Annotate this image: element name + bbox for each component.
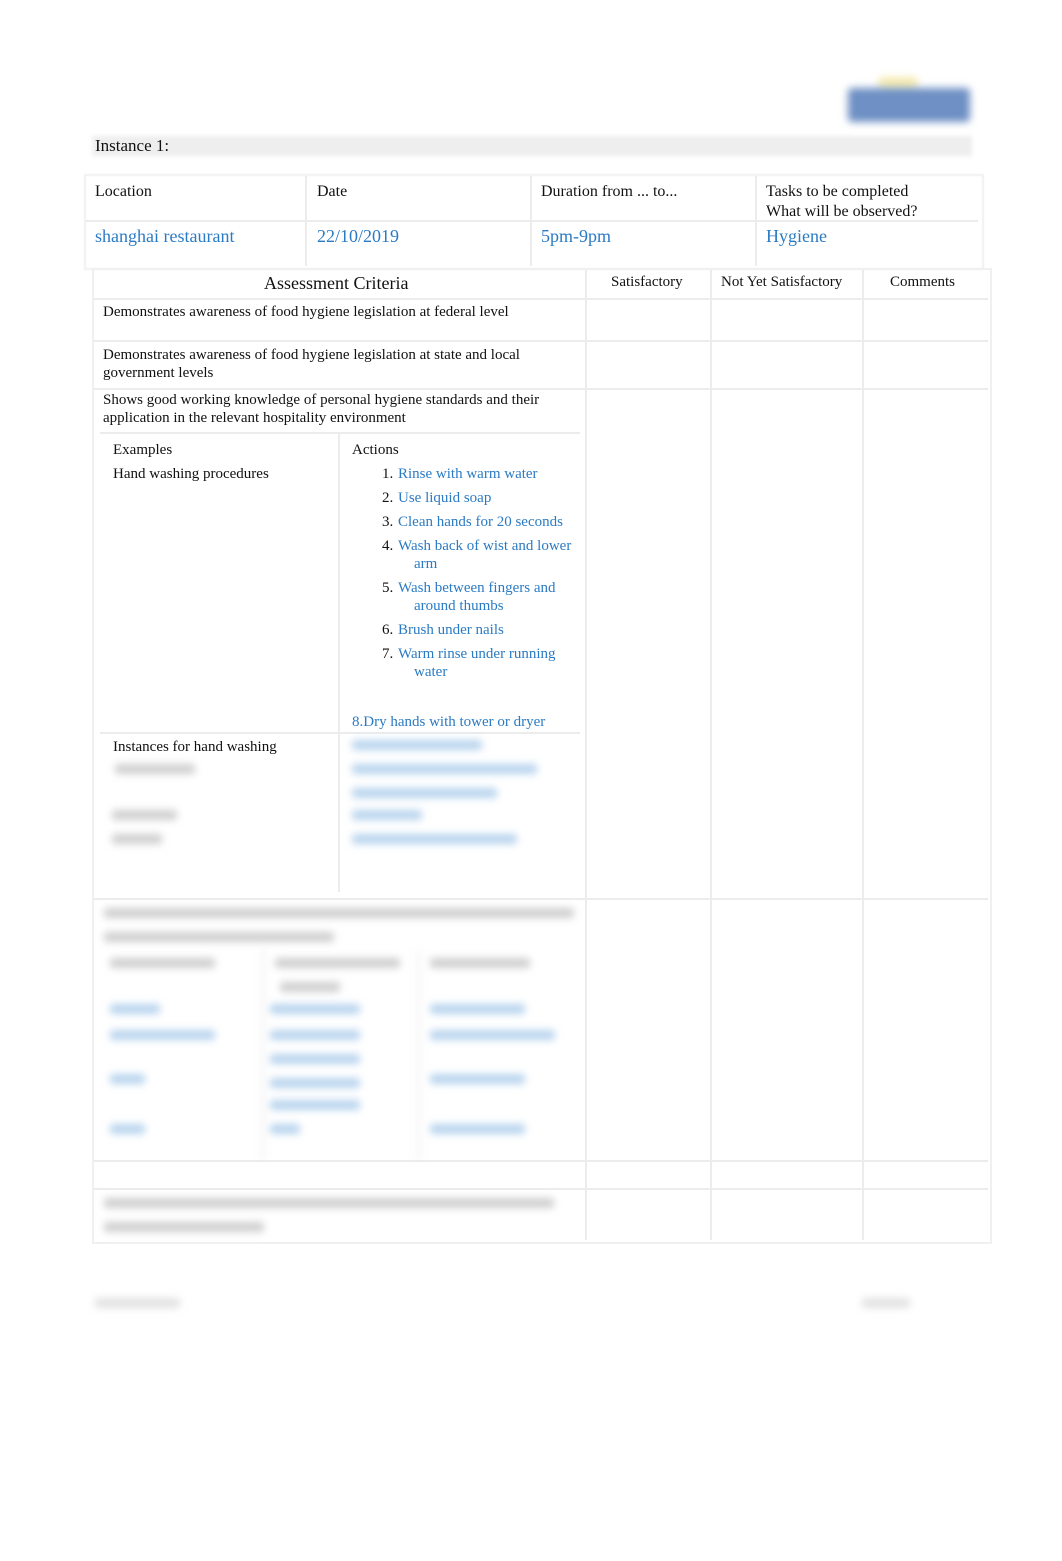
blurred-content bbox=[0, 0, 1062, 1561]
document-page: Instance 1: Location Date Duration from … bbox=[0, 0, 1062, 1561]
